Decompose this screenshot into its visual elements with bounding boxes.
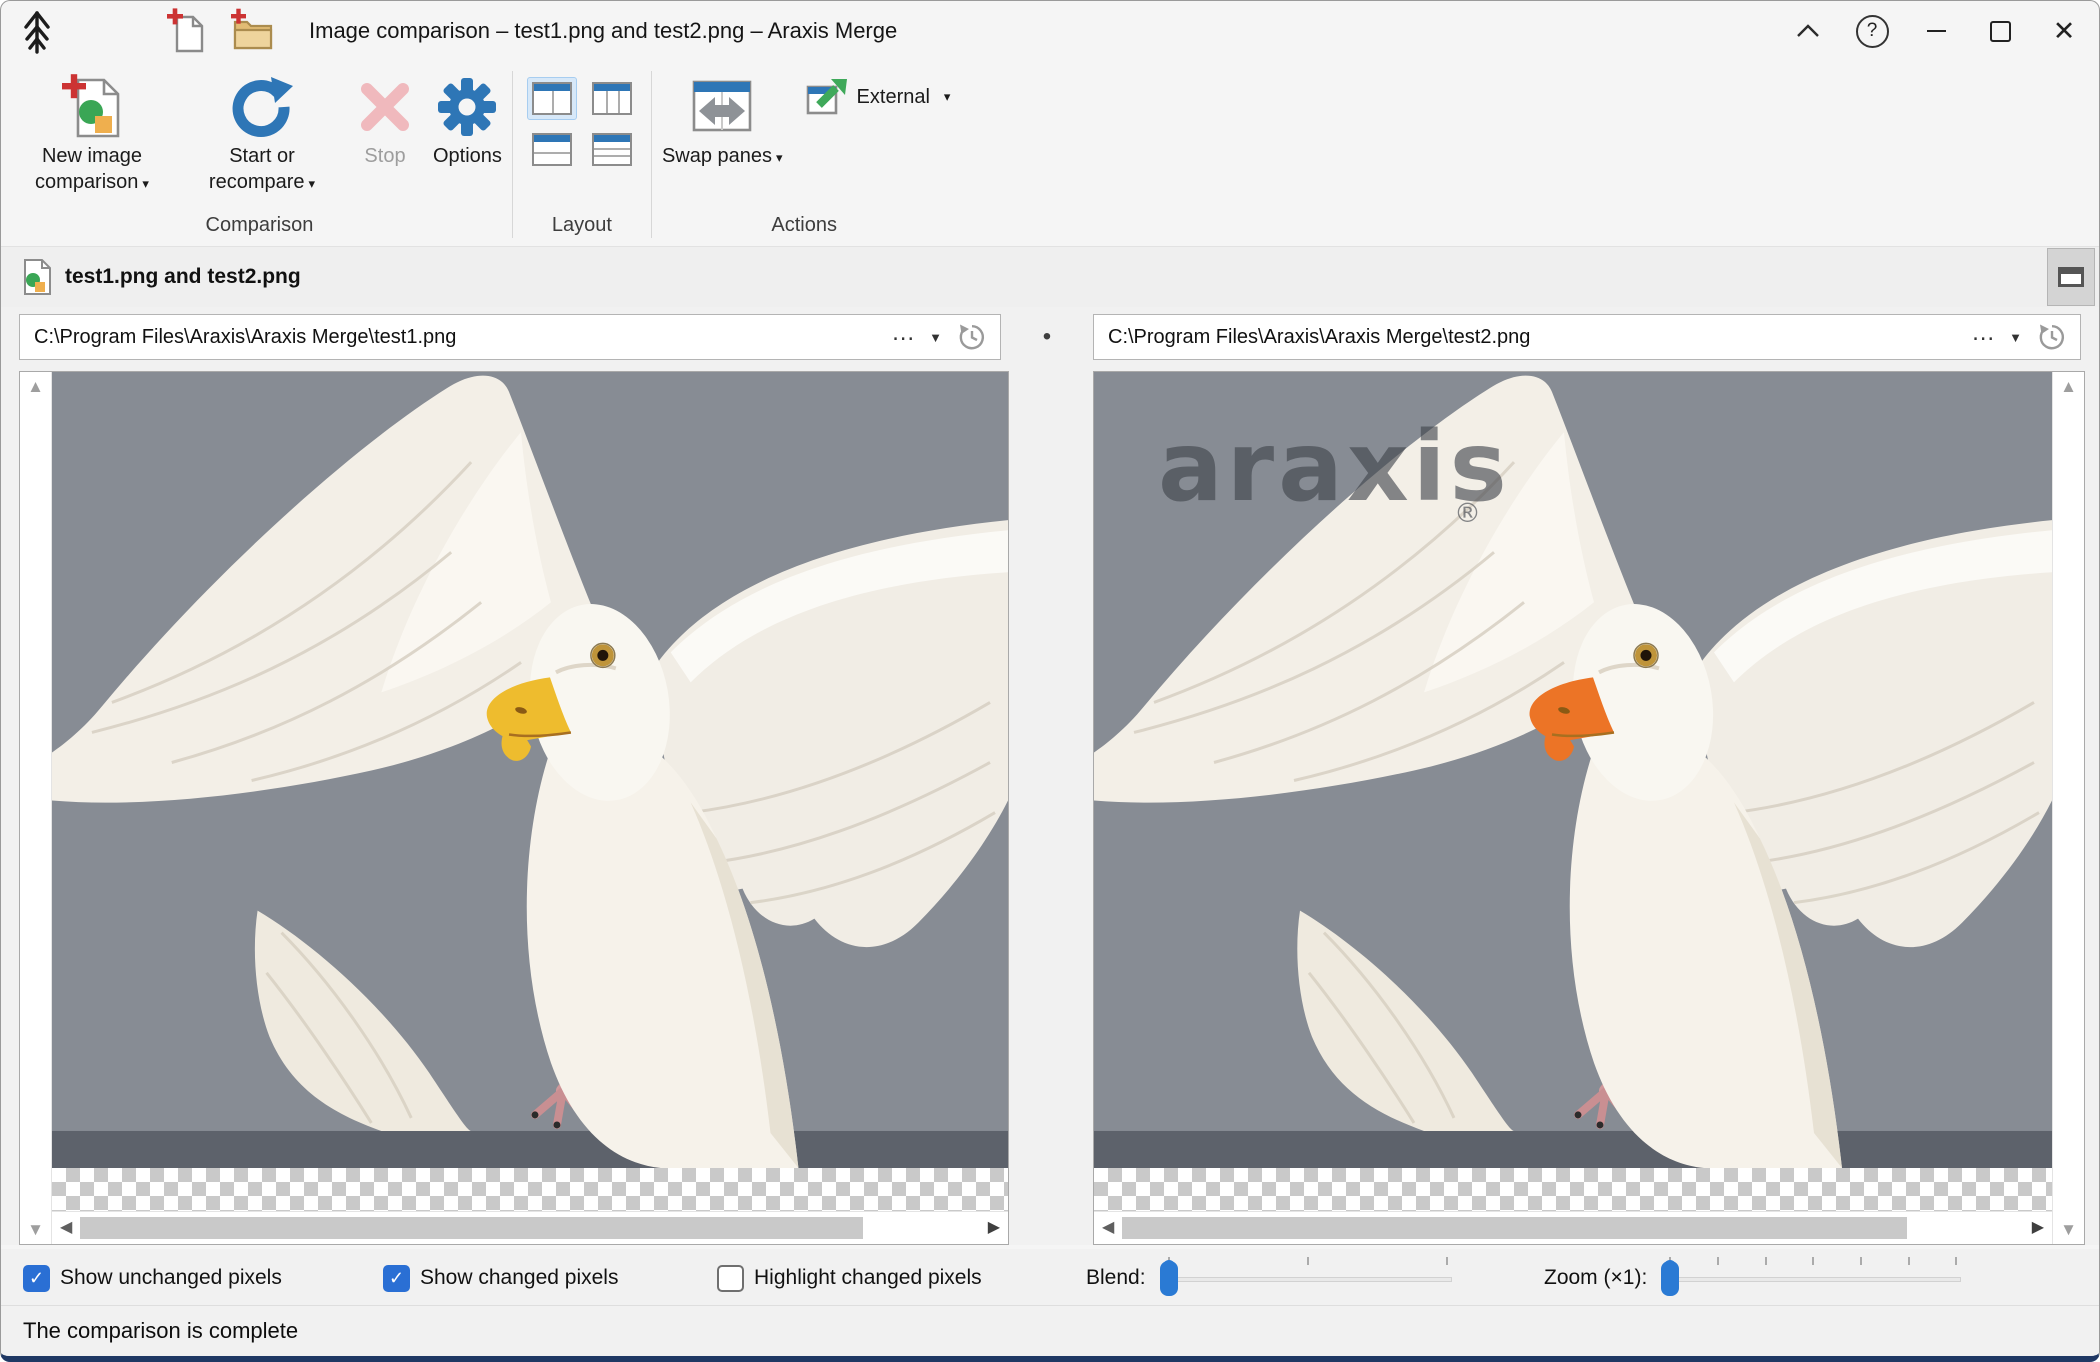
seagull-photo: araxis ® — [1094, 372, 2052, 1168]
left-horizontal-scrollbar[interactable]: ◀ ▶ — [52, 1211, 1008, 1244]
seagull-photo — [52, 372, 1008, 1168]
scroll-up-icon: ▲ — [2060, 378, 2077, 395]
comparison-panes: ▲ ▼ — [1, 371, 2099, 1245]
transparency-checkerboard — [52, 1168, 1008, 1211]
layout-group: Layout — [513, 61, 651, 246]
scroll-right-icon: ▶ — [988, 1220, 1000, 1236]
comparison-document-icon — [21, 258, 53, 296]
status-message: The comparison is complete — [23, 1318, 298, 1344]
araxis-merge-window: Image comparison – test1.png and test2.p… — [0, 0, 2100, 1362]
right-file-path: C:\Program Files\Araxis\Araxis Merge\tes… — [1108, 326, 1971, 349]
blend-slider-thumb[interactable] — [1160, 1261, 1178, 1296]
left-image-pane: ▲ ▼ — [19, 371, 1009, 1245]
slider-ticks — [1168, 1257, 1448, 1265]
minimize-button[interactable] — [1915, 10, 1957, 52]
zoom-label: Zoom (×1): — [1544, 1266, 1647, 1290]
check-icon: ✓ — [29, 1268, 44, 1289]
slider-ticks — [1669, 1257, 1957, 1265]
blend-control: Blend: — [1086, 1249, 1452, 1307]
close-button[interactable]: ✕ — [2043, 10, 2085, 52]
svg-text:®: ® — [1454, 498, 1481, 529]
new-file-icon[interactable] — [165, 7, 207, 55]
actions-group-label: Actions — [652, 214, 957, 246]
open-folder-icon[interactable] — [229, 8, 275, 54]
scroll-down-icon: ▼ — [27, 1221, 44, 1238]
layout-two-panes-vertical-button[interactable] — [527, 77, 577, 120]
new-comparison-icon — [60, 71, 124, 143]
highlight-changed-pixels-checkbox[interactable]: ✓ Highlight changed pixels — [717, 1249, 982, 1307]
stop-icon — [357, 71, 413, 143]
layout-three-panes-vertical-button[interactable] — [587, 77, 637, 120]
scroll-up-icon: ▲ — [27, 378, 44, 395]
pane-separator-dot: • — [1001, 307, 1093, 367]
path-dropdown-icon[interactable]: ▼ — [929, 330, 942, 345]
window-title: Image comparison – test1.png and test2.p… — [309, 18, 897, 44]
collapse-ribbon-icon[interactable] — [1787, 10, 1829, 52]
show-unchanged-pixels-checkbox[interactable]: ✓ Show unchanged pixels — [23, 1249, 282, 1307]
right-vertical-scrollbar[interactable]: ▲ ▼ — [2052, 372, 2084, 1244]
left-file-path: C:\Program Files\Araxis\Araxis Merge\tes… — [34, 326, 891, 349]
transparency-checkerboard — [1094, 1168, 2052, 1211]
recompare-icon — [231, 71, 293, 143]
layout-group-label: Layout — [513, 214, 651, 246]
zoom-control: Zoom (×1): — [1544, 1249, 1961, 1307]
right-file-path-field[interactable]: C:\Program Files\Araxis\Araxis Merge\tes… — [1093, 314, 2081, 360]
layout-two-panes-horizontal-button[interactable] — [527, 128, 577, 171]
layout-three-panes-horizontal-button[interactable] — [587, 128, 637, 171]
right-image-view[interactable]: araxis ® — [1094, 372, 2052, 1168]
scroll-left-icon: ◀ — [1102, 1220, 1114, 1236]
options-button[interactable]: Options — [423, 67, 512, 173]
status-bar: The comparison is complete — [1, 1305, 2099, 1356]
history-icon[interactable] — [2038, 323, 2066, 351]
history-icon[interactable] — [958, 323, 986, 351]
scrollbar-thumb[interactable] — [1122, 1217, 1906, 1239]
scroll-left-icon: ◀ — [60, 1220, 72, 1236]
scroll-down-icon: ▼ — [2060, 1221, 2077, 1238]
actions-group: Swap panes▾ External▾ Actions — [652, 61, 957, 246]
view-controls: ✓ Show unchanged pixels ✓ Show changed p… — [1, 1249, 2099, 1307]
dropdown-arrow-icon: ▾ — [776, 150, 783, 165]
comparison-group: New image comparison▾ Start or recompare… — [7, 61, 512, 246]
start-or-recompare-button[interactable]: Start or recompare▾ — [177, 67, 347, 201]
dropdown-arrow-icon: ▾ — [944, 89, 951, 105]
right-horizontal-scrollbar[interactable]: ◀ ▶ — [1094, 1211, 2052, 1244]
path-dropdown-icon[interactable]: ▼ — [2009, 330, 2022, 345]
stop-button: Stop — [347, 67, 423, 173]
zoom-slider[interactable] — [1661, 1254, 1961, 1302]
help-icon[interactable]: ? — [1851, 10, 1893, 52]
left-image-view[interactable] — [52, 372, 1008, 1168]
browse-ellipsis-icon[interactable]: … — [1971, 319, 1997, 347]
external-button[interactable]: External▾ — [793, 67, 957, 117]
external-icon — [805, 77, 847, 117]
browse-ellipsis-icon[interactable]: … — [891, 319, 917, 347]
new-image-comparison-button[interactable]: New image comparison▾ — [7, 67, 177, 201]
left-vertical-scrollbar[interactable]: ▲ ▼ — [20, 372, 52, 1244]
swap-panes-button[interactable]: Swap panes▾ — [652, 67, 793, 175]
blend-slider[interactable] — [1160, 1254, 1452, 1302]
document-tab-bar: test1.png and test2.png — [1, 247, 2099, 308]
scrollbar-thumb[interactable] — [80, 1217, 862, 1239]
swap-panes-icon — [691, 71, 753, 143]
right-image-pane: araxis ® ◀ ▶ ▲ ▼ — [1093, 371, 2085, 1245]
ribbon: New image comparison▾ Start or recompare… — [1, 61, 2099, 247]
left-file-path-field[interactable]: C:\Program Files\Araxis\Araxis Merge\tes… — [19, 314, 1001, 360]
window-controls: ? ✕ — [1787, 10, 2085, 52]
zoom-slider-thumb[interactable] — [1661, 1261, 1679, 1296]
araxis-logo-icon — [17, 8, 57, 54]
show-changed-pixels-checkbox[interactable]: ✓ Show changed pixels — [383, 1249, 618, 1307]
menu-icon[interactable] — [89, 16, 123, 46]
comparison-group-label: Comparison — [7, 214, 512, 246]
dropdown-arrow-icon: ▾ — [309, 176, 316, 191]
comparison-tab-title[interactable]: test1.png and test2.png — [65, 265, 301, 289]
maximize-pane-button[interactable] — [2047, 248, 2095, 306]
dropdown-arrow-icon: ▾ — [142, 176, 149, 191]
scroll-right-icon: ▶ — [2032, 1220, 2044, 1236]
file-path-row: C:\Program Files\Araxis\Araxis Merge\tes… — [1, 307, 2099, 371]
maximize-button[interactable] — [1979, 10, 2021, 52]
pane-window-icon — [2058, 267, 2084, 287]
titlebar: Image comparison – test1.png and test2.p… — [1, 1, 2099, 61]
blend-label: Blend: — [1086, 1266, 1146, 1290]
check-icon: ✓ — [389, 1268, 404, 1289]
options-gear-icon — [436, 71, 498, 143]
